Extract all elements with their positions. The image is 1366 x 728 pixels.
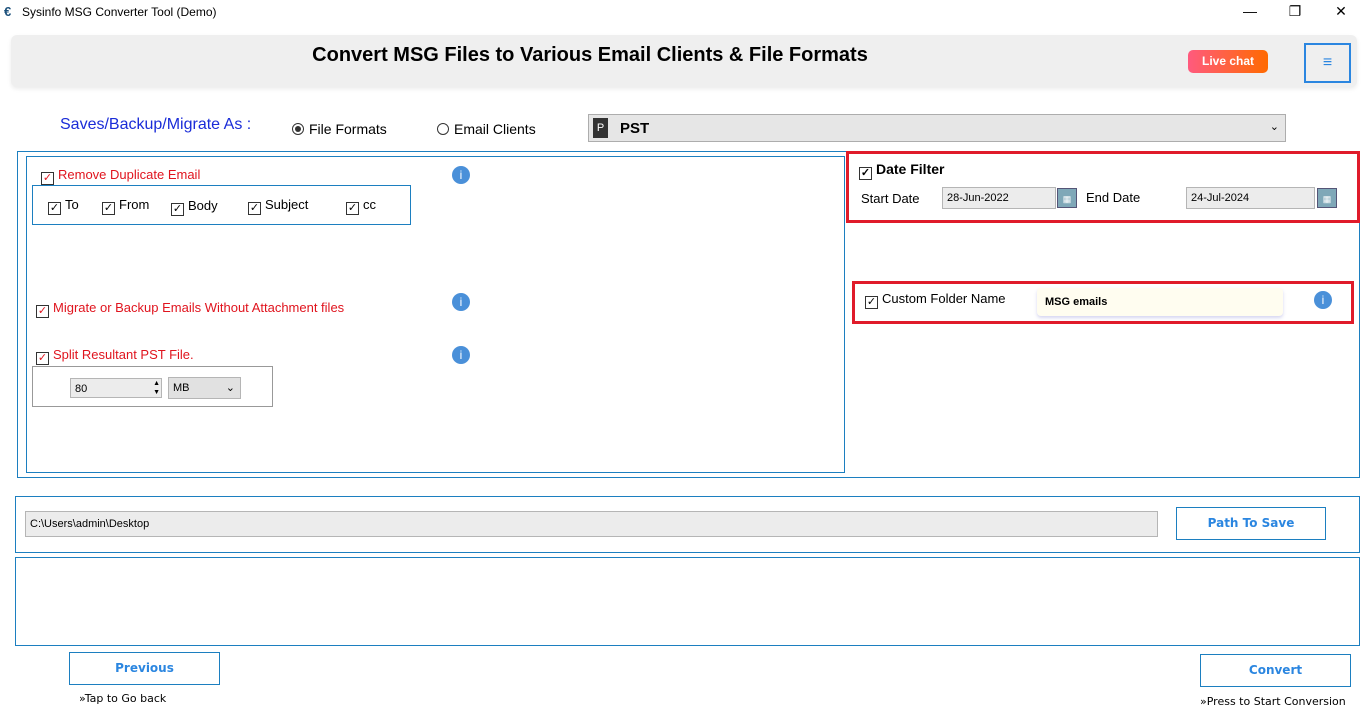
info-icon[interactable]: i [452,293,470,311]
pst-icon: P [593,118,608,138]
info-icon[interactable]: i [452,166,470,184]
previous-button[interactable]: Previous [69,652,220,685]
window-title: Sysinfo MSG Converter Tool (Demo) [22,5,217,19]
format-select[interactable]: P PST ⌄ [588,114,1286,142]
info-icon[interactable]: i [1314,291,1332,309]
split-pst-checkbox[interactable]: ✓ Split Resultant PST File. [36,347,194,365]
radio-label: File Formats [309,121,387,137]
field-to-checkbox[interactable]: ✓ To [48,197,79,215]
field-from-checkbox[interactable]: ✓ From [102,197,149,215]
without-attachment-checkbox[interactable]: ✓ Migrate or Backup Emails Without Attach… [36,300,344,318]
end-date-input[interactable]: 24-Jul-2024 [1186,187,1315,209]
date-filter-checkbox[interactable]: ✓ Date Filter [859,161,944,180]
split-unit-select[interactable]: MB ⌄ [168,377,241,399]
split-size-stepper[interactable]: 80 ▲ ▼ [70,378,162,398]
chevron-down-icon: ⌄ [225,382,235,394]
live-chat-button[interactable]: Live chat [1188,50,1268,73]
log-panel [15,557,1360,646]
radio-file-formats[interactable]: File Formats [292,121,387,137]
custom-folder-input[interactable]: MSG emails [1037,288,1283,316]
path-to-save-button[interactable]: Path To Save [1176,507,1326,540]
remove-duplicate-checkbox[interactable]: ✓ Remove Duplicate Email [41,167,200,185]
format-selected: PST [620,120,650,137]
previous-hint: »Tap to Go back [79,692,167,705]
end-date-label: End Date [1086,190,1141,205]
page-title: Convert MSG Files to Various Email Clien… [312,44,868,66]
field-subject-checkbox[interactable]: ✓ Subject [248,197,308,215]
start-date-input[interactable]: 28-Jun-2022 [942,187,1056,209]
hamburger-menu-icon[interactable]: ≡ [1304,43,1351,83]
convert-hint: »Press to Start Conversion [1200,695,1346,708]
start-date-label: Start Date [861,191,920,206]
convert-button[interactable]: Convert [1200,654,1351,687]
close-button[interactable]: ✕ [1318,0,1364,24]
chevron-down-icon: ⌄ [1269,121,1279,133]
radio-email-clients[interactable]: Email Clients [437,121,536,137]
minimize-button[interactable]: — [1227,0,1273,24]
restore-button[interactable]: ❐ [1272,0,1318,24]
radio-label: Email Clients [454,121,536,137]
field-body-checkbox[interactable]: ✓ Body [171,198,218,216]
save-as-label: Saves/Backup/Migrate As : [60,116,252,133]
field-cc-checkbox[interactable]: ✓ cc [346,197,376,215]
path-input[interactable]: C:\Users\admin\Desktop [25,511,1158,537]
calendar-icon[interactable]: ▦ [1057,188,1077,208]
app-logo-icon: € [4,4,12,19]
info-icon[interactable]: i [452,346,470,364]
calendar-icon[interactable]: ▦ [1317,188,1337,208]
custom-folder-checkbox[interactable]: ✓ Custom Folder Name [865,291,1006,309]
